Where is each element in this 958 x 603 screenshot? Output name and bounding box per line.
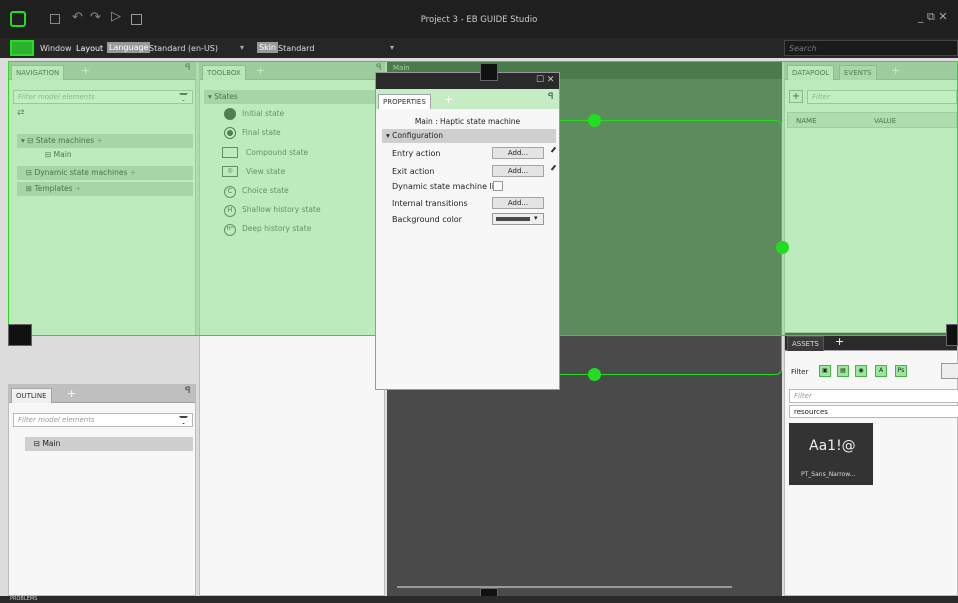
outline-item-main[interactable]: ⊟ Main [25,437,193,451]
properties-tabbar: PROPERTIES + ꟼ [376,89,559,109]
ps-filter-icon[interactable]: Ps [895,365,907,377]
edit-pencil-icon[interactable] [550,164,560,174]
title-bar: ↶ ↷ ▷ Project 3 - EB GUIDE Studio _ ⧉ ✕ [0,0,958,38]
internal-transitions-add-button[interactable]: Add... [492,197,544,209]
layout-grid-icon[interactable] [10,40,34,56]
state-outline [540,120,782,375]
exit-action-add-button[interactable]: Add... [492,165,544,177]
skin-select[interactable]: Standard [278,44,314,53]
exit-action-label: Exit action [392,167,435,176]
text-filter-icon[interactable]: A [875,365,887,377]
outline-tabbar: OUTLINE + ꟼ [9,385,195,403]
outline-item-label: Main [42,439,61,448]
layout-menu[interactable]: Layout [76,44,103,53]
background-color-picker[interactable]: ▾ [492,213,544,225]
outline-filter-input[interactable]: Filter model elements [13,413,193,427]
open-folder-icon[interactable] [941,363,958,379]
tab-problems[interactable]: PROBLEMS [10,596,37,602]
image-filter-icon[interactable]: ▣ [819,365,831,377]
add-tab-icon[interactable]: + [444,94,453,106]
internal-transitions-label: Internal transitions [392,199,468,208]
color-swatch [496,217,530,221]
tab-properties[interactable]: PROPERTIES [378,94,431,109]
properties-section-configuration[interactable]: ▾ Configuration [382,129,556,143]
main-toolbar: Window Layout Language Standard (en-US) … [0,38,958,58]
search-input[interactable]: Search [784,40,958,56]
entry-action-add-button[interactable]: Add... [492,147,544,159]
asset-preview-text: Aa1!@ [809,438,856,454]
entry-action-label: Entry action [392,149,441,158]
edit-pencil-icon[interactable] [550,146,560,156]
section-label: Configuration [392,131,444,140]
handle-right[interactable] [776,241,789,254]
handle-top[interactable] [588,114,601,127]
assets-search-input[interactable]: Filter [789,389,958,403]
assets-folder-select[interactable]: resources [789,405,958,418]
chevron-down-icon: ▾ [534,214,538,222]
add-tab-icon[interactable]: + [67,388,76,400]
dynamic-list-checkbox[interactable] [493,181,503,191]
tab-assets[interactable]: ASSETS [787,336,824,351]
tab-outline[interactable]: OUTLINE [11,388,52,403]
language-label: Language [107,42,151,53]
bottom-bar: PROBLEMS [0,596,958,603]
asset-thumbnail[interactable]: Aa1!@ PT_Sans_Narrow... [789,423,873,485]
horizontal-scrollbar[interactable] [397,586,732,588]
properties-subtitle: Main : Haptic state machine [414,117,521,126]
properties-window-bar: ☐ ✕ [376,73,559,89]
handle-bottom[interactable] [588,368,601,381]
dock-top-icon[interactable] [480,63,498,81]
asset-name: PT_Sans_Narrow... [801,471,856,478]
skin-dropdown-icon[interactable]: ▾ [390,43,394,52]
window-title: Project 3 - EB GUIDE Studio [420,15,538,25]
properties-panel: ☐ ✕ PROPERTIES + ꟼ Main : Haptic state m… [375,72,560,390]
dock-right-icon[interactable] [946,324,958,346]
window-menu[interactable]: Window [40,44,72,53]
skin-label: Skin [257,42,279,53]
pin-icon[interactable]: ꟼ [548,92,553,102]
window-controls-icon[interactable]: _ ⧉ ✕ [918,10,948,24]
assets-pane: ASSETS + Filter ▣ ▤ ◉ A Ps Filter resour… [784,332,958,596]
pin-icon[interactable]: ꟼ [185,386,190,396]
dock-left-icon[interactable] [8,324,32,346]
language-dropdown-icon[interactable]: ▾ [240,43,244,52]
image-filter-icon[interactable]: ▤ [837,365,849,377]
add-tab-icon[interactable]: + [835,336,844,348]
assets-filter-label: Filter [791,368,809,376]
font-filter-icon[interactable]: ◉ [855,365,867,377]
maximize-close-icon[interactable]: ☐ ✕ [536,75,554,85]
background-color-label: Background color [392,215,462,224]
eb-guide-window: ↶ ↷ ▷ Project 3 - EB GUIDE Studio _ ⧉ ✕ … [0,0,958,603]
dynamic-list-label: Dynamic state machine list [392,182,502,191]
language-select[interactable]: Standard (en-US) [149,44,218,53]
outline-pane: OUTLINE + ꟼ Filter model elements ⊟ Main [8,384,196,596]
